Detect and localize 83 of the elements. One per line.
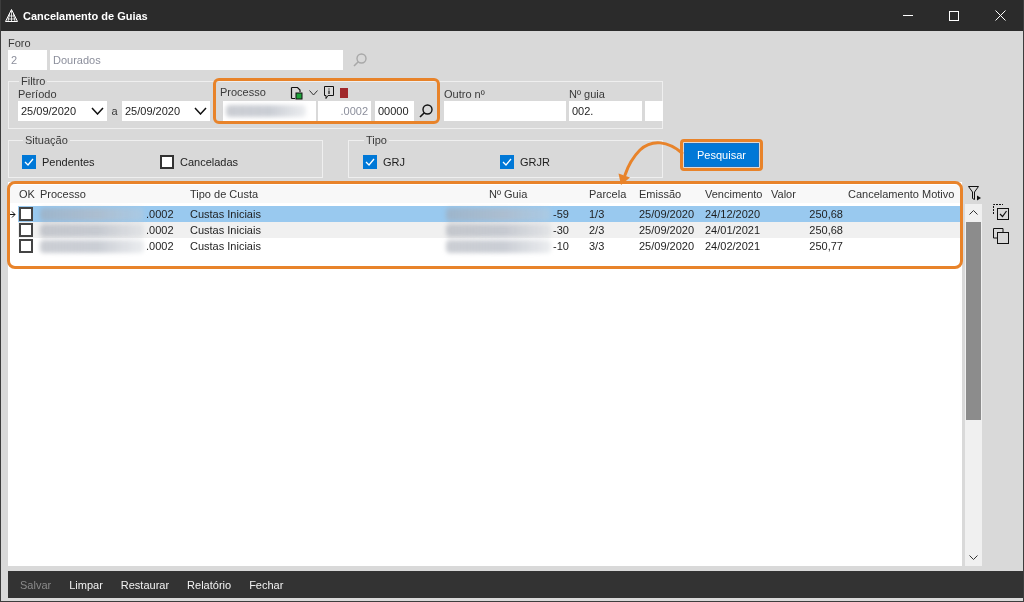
field-label: Outro nº [444, 88, 486, 101]
scrollbar-thumb[interactable] [966, 222, 981, 420]
table-cell-text: -59 [553, 207, 569, 222]
table-cell-text: 1/3 [589, 207, 605, 222]
field-label: Processo [220, 86, 266, 99]
column-header[interactable]: Parcela [589, 185, 627, 203]
checkbox[interactable] [363, 155, 377, 169]
checkbox[interactable] [500, 155, 514, 169]
input-field[interactable] [645, 101, 663, 121]
option-label: Canceladas [180, 156, 239, 168]
table-cell-text: 2/3 [589, 223, 605, 238]
toolbar-button[interactable]: Limpar [69, 578, 103, 591]
minimize-icon [903, 15, 913, 16]
group-label: Filtro [20, 75, 47, 88]
table-cell-text: 3/3 [589, 239, 605, 254]
info-icon[interactable] [323, 86, 334, 99]
scrollbar[interactable] [965, 204, 982, 566]
checkbox[interactable] [19, 239, 33, 253]
checkbox[interactable] [19, 207, 33, 221]
date-combo[interactable]: 25/09/2020 [18, 101, 107, 121]
square-icon[interactable] [339, 87, 348, 98]
input-field[interactable] [223, 101, 316, 121]
chevron-down-icon[interactable] [91, 107, 104, 115]
checkbox[interactable] [19, 223, 33, 237]
table-cell-text: Custas Iniciais [190, 239, 261, 254]
table-cell-text: 25/09/2020 [639, 239, 695, 254]
document-icon[interactable] [289, 85, 303, 100]
field-label: Nº guia [569, 88, 606, 101]
table-cell-text: -30 [553, 223, 569, 238]
caret-down-icon [969, 555, 978, 560]
table-row[interactable]: .0002 Custas Iniciais -59 1/3 25/09/2020 24/12/2020 250,68 [18, 206, 960, 222]
option-label: GRJR [520, 156, 550, 168]
table-cell-text: 25/09/2020 [639, 223, 695, 238]
table-cell-text: 24/12/2020 [705, 207, 761, 222]
checkbox[interactable] [160, 155, 174, 169]
table-cell-text: 24/02/2021 [705, 239, 761, 254]
close-icon [994, 10, 1006, 21]
input-field[interactable] [444, 101, 566, 121]
column-header[interactable]: Processo [40, 185, 86, 203]
table-cell-text: .0002 [146, 223, 174, 238]
input-field[interactable]: 002. [569, 101, 642, 121]
search-button[interactable]: Pesquisar [684, 143, 759, 167]
checkbox[interactable] [22, 155, 36, 169]
copy-icon[interactable] [993, 228, 1009, 244]
table-cell-text: 250,68 [809, 207, 844, 222]
table-cell-text: Custas Iniciais [190, 207, 261, 222]
column-header[interactable]: Cancelamento Motivo [848, 185, 955, 203]
chevron-down-icon[interactable] [308, 89, 318, 96]
filter-icon[interactable] [968, 186, 982, 201]
table-cell-text: .0002 [146, 239, 174, 254]
group-label: Tipo [365, 134, 388, 147]
column-header[interactable]: Nº Guia [446, 185, 528, 203]
table-cell-text: Custas Iniciais [190, 223, 261, 238]
maximize-icon [949, 10, 959, 21]
option-label: Pendentes [42, 156, 95, 168]
group-label: Situação [24, 134, 69, 147]
table-row[interactable]: .0002 Custas Iniciais -30 2/3 25/09/2020 24/01/2021 250,68 [18, 222, 960, 238]
toolbar-button[interactable]: Fechar [249, 578, 284, 591]
search-icon[interactable] [419, 104, 433, 118]
table-cell-text: .0002 [146, 207, 174, 222]
field-label: Foro [8, 37, 32, 50]
option-label: GRJ [383, 156, 405, 168]
column-header[interactable]: Tipo de Custa [190, 185, 259, 203]
table-cell-text: -10 [553, 239, 569, 254]
field-label: Período [18, 88, 58, 101]
table-cell-text: 250,68 [809, 223, 844, 238]
window-title: Cancelamento de Guias [23, 9, 149, 22]
copy-check-icon[interactable] [993, 204, 1009, 220]
pyramid-logo-icon [5, 9, 18, 22]
chevron-down-icon[interactable] [194, 107, 207, 115]
column-header[interactable]: Vencimento [705, 185, 763, 203]
range-separator: a [110, 104, 119, 119]
column-header[interactable]: OK [18, 185, 35, 203]
toolbar-button[interactable]: Restaurar [120, 578, 170, 591]
date-combo[interactable]: 25/09/2020 [122, 101, 210, 121]
toolbar-button[interactable]: Relatório [187, 578, 232, 591]
column-header[interactable]: Valor [771, 185, 796, 203]
caret-up-icon [969, 210, 978, 215]
input-field[interactable]: 00000 [375, 101, 414, 121]
table-cell-text: 250,77 [809, 239, 844, 254]
column-header[interactable]: Emissão [639, 185, 682, 203]
table-cell-text: 24/01/2021 [705, 223, 761, 238]
table-cell-text: 25/09/2020 [639, 207, 695, 222]
